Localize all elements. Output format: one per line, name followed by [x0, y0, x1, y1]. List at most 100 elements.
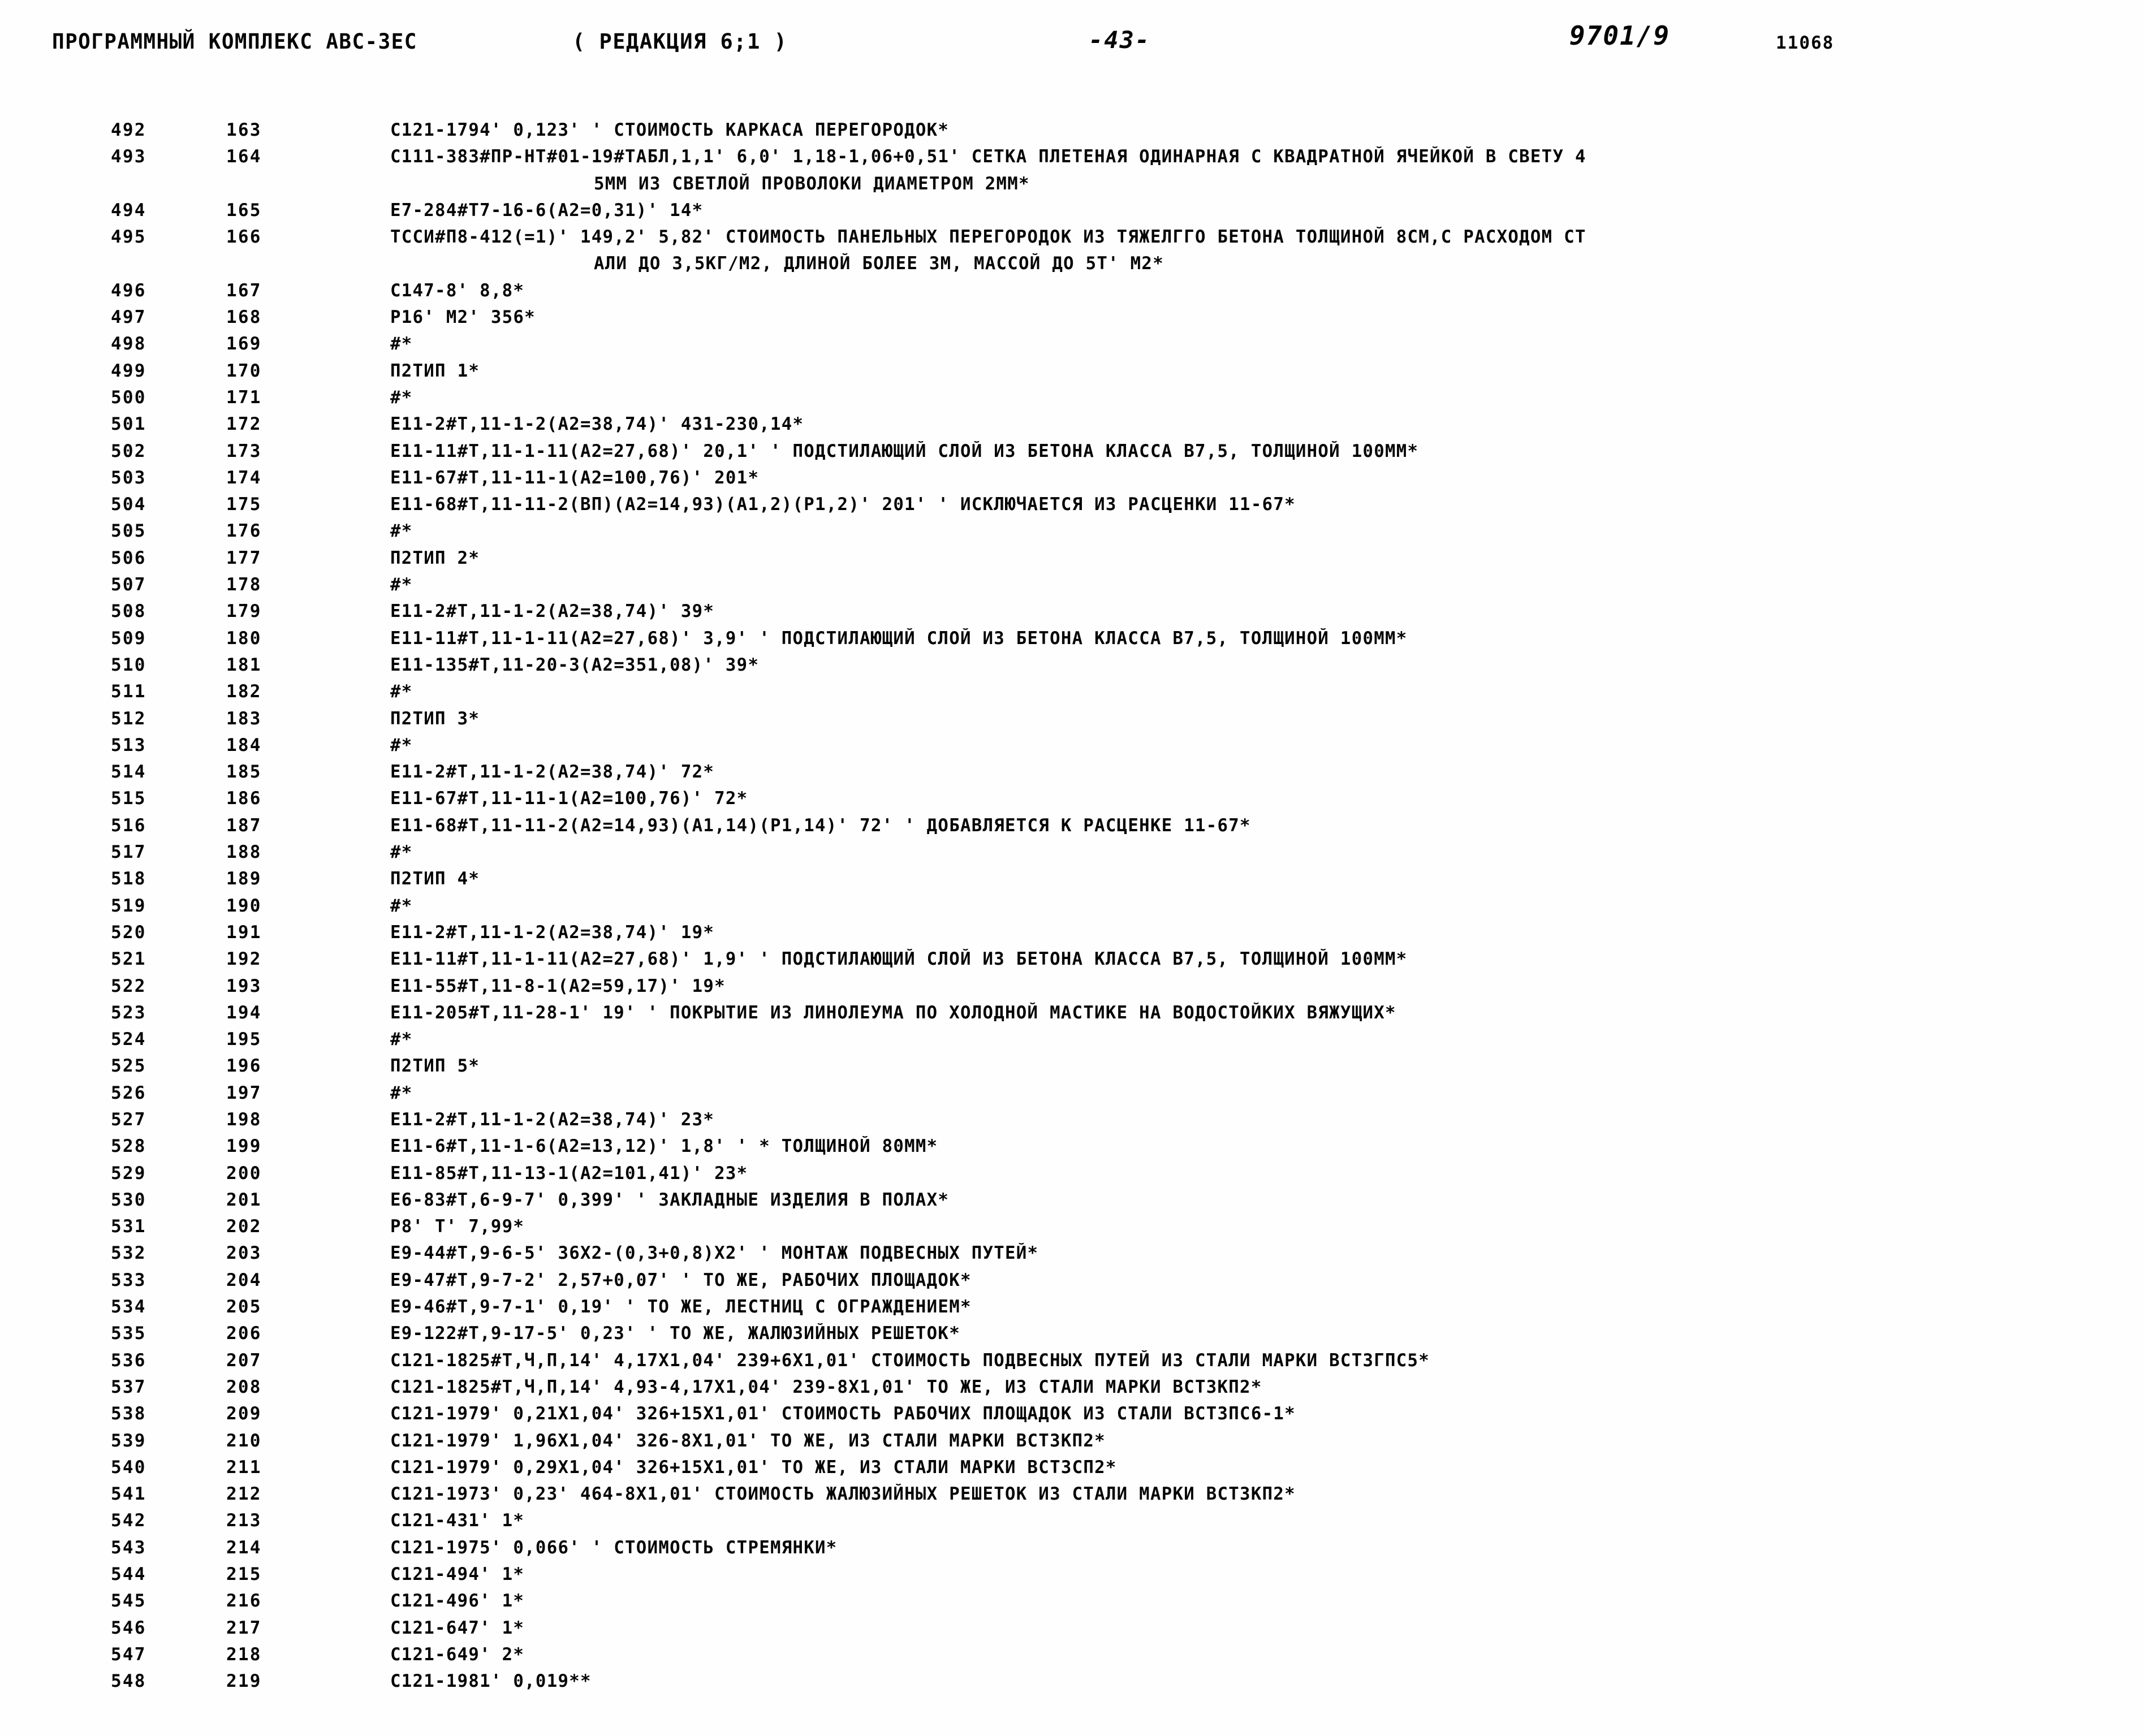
- listing-row: 512 183 П2ТИП 3*: [0, 709, 2144, 735]
- listing-row-sequence: 505: [111, 521, 146, 542]
- listing-row-number: 197: [226, 1082, 262, 1103]
- listing-row-sequence: 523: [111, 1002, 146, 1023]
- listing-row-text: C121-1979' 1,96X1,04' 326-8X1,01' ТО ЖЕ,…: [390, 1430, 1106, 1451]
- listing-row-number: 181: [226, 654, 262, 675]
- listing-row-sequence: 524: [111, 1029, 146, 1050]
- listing-row: 527 198 E11-2#T,11-1-2(A2=38,74)' 23*: [0, 1109, 2144, 1136]
- listing-row-text: C121-496' 1*: [390, 1591, 525, 1612]
- listing-row-text: #*: [390, 735, 413, 755]
- listing-row-number: 217: [226, 1617, 262, 1638]
- listing-row: 505 176 #*: [0, 521, 2144, 547]
- listing-row: 532 203 E9-44#T,9-6-5' 36X2-(0,3+0,8)X2' '…: [0, 1243, 2144, 1269]
- listing-row-number: 212: [226, 1484, 262, 1505]
- listing-row: 521 192 E11-11#T,11-1-11(A2=27,68)' 1,9' '…: [0, 949, 2144, 975]
- listing-row-text: #*: [390, 895, 413, 916]
- listing-row-number: 199: [226, 1136, 262, 1157]
- listing-row-number: 183: [226, 708, 262, 729]
- listing-row: 548 219 C121-1981' 0,019**: [0, 1671, 2144, 1698]
- listing-row-text: E6-83#T,6-9-7' 0,399' ' ЗАКЛАДНЫЕ ИЗДЕЛИ…: [390, 1189, 950, 1210]
- listing-row-sequence: 528: [111, 1136, 146, 1157]
- listing-row-sequence: 502: [111, 441, 146, 461]
- listing-row-sequence: 513: [111, 735, 146, 755]
- listing-row-sequence: 518: [111, 869, 146, 889]
- listing-row-sequence: 514: [111, 762, 146, 783]
- listing-row-text: E11-2#T,11-1-2(A2=38,74)' 431-230,14*: [390, 414, 804, 435]
- listing-row-text: E11-11#T,11-1-11(A2=27,68)' 20,1' ' ПОДС…: [390, 441, 1419, 461]
- listing-row: 501 172 E11-2#T,11-1-2(A2=38,74)' 431-230,…: [0, 414, 2144, 441]
- listing-row-text: E11-2#T,11-1-2(A2=38,74)' 72*: [390, 762, 715, 783]
- listing-row-number: 216: [226, 1591, 262, 1612]
- listing-row-text: C121-649' 2*: [390, 1644, 525, 1665]
- listing-row: 524 195 #*: [0, 1029, 2144, 1056]
- listing-row-sequence: 492: [111, 120, 146, 140]
- listing-row-text: АЛИ ДО 3,5КГ/М2, ДЛИНОЙ БОЛЕЕ 3М, МАССОЙ…: [594, 253, 1164, 274]
- listing-row-sequence: 493: [111, 146, 146, 167]
- listing-row-sequence: 520: [111, 922, 146, 943]
- listing-row-number: 182: [226, 681, 262, 702]
- listing-row: 507 178 #*: [0, 575, 2144, 601]
- listing-row-text: #*: [390, 842, 413, 863]
- listing-row-sequence: 511: [111, 681, 146, 702]
- listing-row-text: P8' T' 7,99*: [390, 1216, 525, 1237]
- listing-row: 503 174 E11-67#T,11-11-1(A2=100,76)' 201*: [0, 468, 2144, 494]
- listing-row-number: 176: [226, 521, 262, 542]
- listing-row: 510 181 E11-135#T,11-20-3(A2=351,08)' 39*: [0, 655, 2144, 681]
- listing-row: 535 206 E9-122#T,9-17-5' 0,23' ' ТО ЖЕ, ЖА…: [0, 1323, 2144, 1350]
- listing-row: 526 197 #*: [0, 1083, 2144, 1109]
- listing-row: 5ММ ИЗ СВЕТЛОЙ ПРОВОЛОКИ ДИАМЕТРОМ 2ММ*: [0, 174, 2144, 200]
- listing-row-number: 215: [226, 1564, 262, 1585]
- listing-row-sequence: 515: [111, 788, 146, 809]
- listing-row: 537 208 C121-1825#T,Ч,П,14' 4,93-4,17X1,04…: [0, 1377, 2144, 1404]
- listing-row-sequence: 496: [111, 280, 146, 301]
- listing-row-sequence: 544: [111, 1564, 146, 1585]
- listing-row: 506 177 П2ТИП 2*: [0, 548, 2144, 575]
- listing-row-number: 180: [226, 628, 262, 649]
- listing-row-number: 167: [226, 280, 262, 301]
- listing-row-number: 163: [226, 120, 262, 140]
- listing-row-text: E11-135#T,11-20-3(A2=351,08)' 39*: [390, 654, 760, 675]
- listing-row: 539 210 C121-1979' 1,96X1,04' 326-8X1,01' …: [0, 1431, 2144, 1457]
- listing-row-number: 185: [226, 762, 262, 783]
- listing-row-number: 179: [226, 601, 262, 622]
- listing-row-sequence: 495: [111, 227, 146, 248]
- listing-row-text: E9-47#T,9-7-2' 2,57+0,07' ' ТО ЖЕ, РАБОЧ…: [390, 1269, 972, 1290]
- listing-row: 530 201 E6-83#T,6-9-7' 0,399' ' ЗАКЛАДНЫЕ …: [0, 1190, 2144, 1216]
- listing-row: 533 204 E9-47#T,9-7-2' 2,57+0,07' ' ТО ЖЕ,…: [0, 1270, 2144, 1297]
- listing-row-text: C147-8' 8,8*: [390, 280, 525, 301]
- listing-row-text: P16' M2' 356*: [390, 307, 536, 328]
- listing-row-text: E11-85#T,11-13-1(A2=101,41)' 23*: [390, 1163, 748, 1184]
- listing-row-text: E9-44#T,9-6-5' 36X2-(0,3+0,8)X2' ' МОНТА…: [390, 1243, 1039, 1264]
- listing-row-text: 5ММ ИЗ СВЕТЛОЙ ПРОВОЛОКИ ДИАМЕТРОМ 2ММ*: [594, 173, 1030, 194]
- listing-row-number: 164: [226, 146, 262, 167]
- listing-row-sequence: 504: [111, 494, 146, 515]
- listing-row: 538 209 C121-1979' 0,21X1,04' 326+15X1,01'…: [0, 1404, 2144, 1430]
- listing-row-sequence: 527: [111, 1109, 146, 1130]
- code-listing: 492 163 C121-1794' 0,123' ' СТОИМОСТЬ КАРК…: [0, 120, 2144, 1698]
- listing-row: 502 173 E11-11#T,11-1-11(A2=27,68)' 20,1' …: [0, 441, 2144, 468]
- listing-row-sequence: 533: [111, 1269, 146, 1290]
- listing-row-number: 207: [226, 1350, 262, 1371]
- listing-row-text: C121-1975' 0,066' ' СТОИМОСТЬ СТРЕМЯНКИ*: [390, 1537, 838, 1558]
- listing-row-sequence: 540: [111, 1457, 146, 1478]
- listing-row-sequence: 532: [111, 1243, 146, 1264]
- listing-row-number: 169: [226, 334, 262, 355]
- listing-row-text: E11-67#T,11-11-1(A2=100,76)' 72*: [390, 788, 748, 809]
- listing-row: 536 207 C121-1825#T,Ч,П,14' 4,17X1,04' 239…: [0, 1350, 2144, 1377]
- listing-row: 541 212 C121-1973' 0,23' 464-8X1,01' СТОИМ…: [0, 1484, 2144, 1510]
- listing-row: 496 167 C147-8' 8,8*: [0, 280, 2144, 307]
- listing-row-text: E11-6#T,11-1-6(A2=13,12)' 1,8' ' * ТОЛЩИ…: [390, 1136, 938, 1157]
- listing-row-sequence: 501: [111, 414, 146, 435]
- listing-row-number: 190: [226, 895, 262, 916]
- listing-row-sequence: 500: [111, 387, 146, 408]
- edition-label: ( РЕДАКЦИЯ 6;1 ): [572, 29, 788, 54]
- listing-row-sequence: 521: [111, 949, 146, 970]
- page-number: -43-: [1089, 26, 1151, 54]
- listing-row-number: 195: [226, 1029, 262, 1050]
- listing-row-sequence: 534: [111, 1297, 146, 1318]
- listing-row: 542 213 C121-431' 1*: [0, 1510, 2144, 1537]
- listing-row-sequence: 510: [111, 654, 146, 675]
- listing-row: 531 202 P8' T' 7,99*: [0, 1216, 2144, 1243]
- listing-row: 516 187 E11-68#T,11-11-2(A2=14,93)(A1,14)(…: [0, 815, 2144, 842]
- listing-row-text: E11-2#T,11-1-2(A2=38,74)' 39*: [390, 601, 715, 622]
- listing-row-text: C121-1981' 0,019**: [390, 1671, 592, 1692]
